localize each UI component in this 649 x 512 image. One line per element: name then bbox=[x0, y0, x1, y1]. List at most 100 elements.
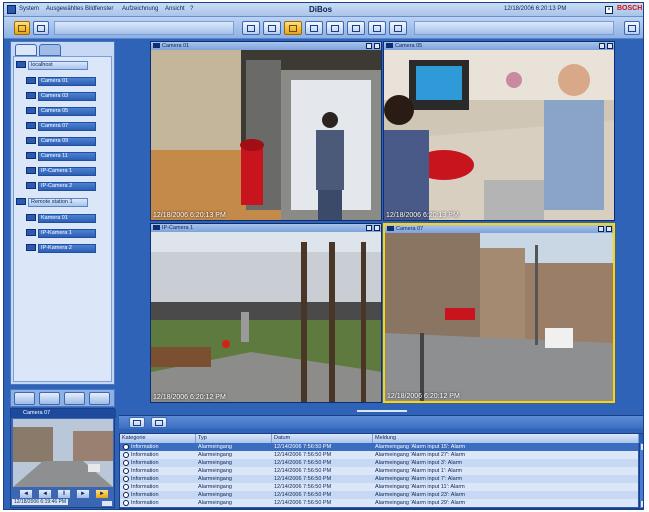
grid-mixed-icon bbox=[352, 24, 360, 32]
device-tree: localhost Camera 01 Camera 03 Camera 05 … bbox=[13, 56, 112, 382]
table-row[interactable]: Information Alarmeingang 12/14/2006 7:56:5… bbox=[120, 459, 638, 467]
tree-item-camera-09[interactable]: Camera 09 bbox=[38, 137, 96, 146]
exit-button[interactable] bbox=[624, 21, 640, 35]
layout-2x2-button[interactable] bbox=[284, 21, 302, 35]
column-header-category[interactable]: Kategorie bbox=[120, 434, 196, 443]
close-icon[interactable] bbox=[607, 43, 613, 49]
scroll-up-icon[interactable] bbox=[641, 444, 643, 450]
tree-item-ip-camera-1[interactable]: IP-Camera 1 bbox=[38, 167, 96, 176]
close-icon[interactable] bbox=[374, 43, 380, 49]
tree-item-camera-07[interactable]: Camera 07 bbox=[38, 122, 96, 131]
splitter-grip[interactable] bbox=[357, 410, 407, 412]
playback-mode-button[interactable] bbox=[33, 21, 49, 35]
splitter[interactable] bbox=[119, 407, 643, 415]
zoom-icon[interactable] bbox=[101, 500, 113, 507]
column-header-message[interactable]: Meldung bbox=[373, 434, 639, 443]
maximize-icon[interactable] bbox=[366, 225, 372, 231]
close-icon[interactable] bbox=[606, 226, 612, 232]
menu-recording[interactable]: Aufzeichnung bbox=[122, 6, 158, 12]
column-header-date[interactable]: Datum bbox=[272, 434, 373, 443]
camera-view-header: Camera 07 bbox=[385, 225, 613, 233]
tab-views[interactable] bbox=[39, 44, 61, 56]
camera-image bbox=[384, 50, 614, 220]
exit-icon bbox=[628, 24, 636, 32]
log-view-button[interactable] bbox=[151, 417, 167, 428]
menu-selected-window[interactable]: Ausgewähltes Bildfenster bbox=[46, 6, 113, 12]
camera-view-3[interactable]: IP-Camera 1 12/18/2006 6:20:12 PM bbox=[150, 223, 382, 403]
tree-item-camera-01[interactable]: Camera 01 bbox=[38, 77, 96, 86]
maximize-icon[interactable] bbox=[599, 43, 605, 49]
menu-system[interactable]: System bbox=[19, 6, 39, 12]
step-back-button[interactable]: ◄ bbox=[38, 489, 52, 499]
camera-icon bbox=[26, 152, 36, 159]
column-header-type[interactable]: Typ bbox=[196, 434, 272, 443]
camera-view-1[interactable]: Camera 01 12/18/2006 6:20:13 PM bbox=[150, 41, 382, 221]
maximize-icon[interactable] bbox=[366, 43, 372, 49]
filter-icon bbox=[133, 419, 141, 426]
grid-custom-icon bbox=[373, 24, 381, 32]
tree-item-remote-station[interactable]: Remote station 1 bbox=[28, 198, 88, 207]
vertical-scrollbar[interactable] bbox=[639, 443, 643, 508]
tree-item-localhost[interactable]: localhost bbox=[28, 61, 88, 70]
maximize-icon[interactable] bbox=[598, 226, 604, 232]
camera-view-header: Camera 05 bbox=[384, 42, 614, 50]
camera-view-4[interactable]: Camera 07 12/18/2006 6:20:12 PM bbox=[383, 223, 615, 403]
live-mode-button[interactable] bbox=[14, 21, 30, 35]
tree-item-camera-03[interactable]: Camera 03 bbox=[38, 92, 96, 101]
panel-switch-bar bbox=[10, 389, 115, 407]
tree-item-ip-kamera-2[interactable]: IP-Kamera 2 bbox=[38, 244, 96, 253]
prev-button[interactable]: ◄ bbox=[19, 489, 33, 499]
sequence-button[interactable] bbox=[389, 21, 407, 35]
camera-timestamp: 12/18/2006 6:20:13 PM bbox=[153, 212, 226, 219]
server-icon bbox=[16, 198, 26, 205]
bosch-logo: BOSCH bbox=[617, 5, 643, 12]
table-row[interactable]: Information Alarmeingang 12/14/2006 7:56:5… bbox=[120, 467, 638, 475]
layout-custom-button[interactable] bbox=[368, 21, 386, 35]
info-icon bbox=[123, 460, 129, 466]
layout-1plus5-button[interactable] bbox=[347, 21, 365, 35]
camera-title: IP-Camera 1 bbox=[162, 225, 194, 231]
expand-icon bbox=[247, 24, 255, 32]
layout-full-button[interactable] bbox=[242, 21, 260, 35]
preview-timestamp: 12/18/2006 6:19:46 PM bbox=[12, 499, 68, 505]
menu-bar: System Ausgewähltes Bildfenster Aufzeich… bbox=[4, 3, 643, 17]
tree-item-kamera-01[interactable]: Kamera 01 bbox=[38, 214, 96, 223]
tree-item-camera-11[interactable]: Camera 11 bbox=[38, 152, 96, 161]
preview-title: Camera 07 bbox=[11, 409, 116, 418]
info-icon bbox=[123, 452, 129, 458]
tree-item-ip-kamera-1[interactable]: IP-Kamera 1 bbox=[38, 229, 96, 238]
pause-button[interactable]: ‖ bbox=[57, 489, 71, 499]
search-panel-button[interactable] bbox=[39, 392, 60, 405]
table-row[interactable]: Information Alarmeingang 12/14/2006 7:56:5… bbox=[120, 443, 638, 451]
table-row[interactable]: Information Alarmeingang 12/14/2006 7:56:5… bbox=[120, 451, 638, 459]
table-row[interactable]: Information Alarmeingang 12/14/2006 7:56:5… bbox=[120, 475, 638, 483]
camera-view-2[interactable]: Camera 05 12/18/2006 6:20:13 PM bbox=[383, 41, 615, 221]
tree-item-camera-05[interactable]: Camera 05 bbox=[38, 107, 96, 116]
camera-icon bbox=[26, 107, 36, 114]
camera-icon bbox=[387, 226, 394, 231]
alarm-panel-button[interactable] bbox=[14, 392, 35, 405]
layout-1x1-button[interactable] bbox=[263, 21, 281, 35]
menu-view[interactable]: Ansicht bbox=[165, 6, 185, 12]
close-icon[interactable] bbox=[374, 225, 380, 231]
scroll-down-icon[interactable] bbox=[641, 501, 643, 507]
table-row[interactable]: Information Alarmeingang 12/14/2006 7:56:5… bbox=[120, 499, 638, 507]
menu-help[interactable]: ? bbox=[190, 6, 193, 12]
tab-devices[interactable] bbox=[15, 44, 37, 56]
list-icon bbox=[155, 419, 163, 426]
layout-3x3-button[interactable] bbox=[305, 21, 323, 35]
play-button[interactable]: ► bbox=[95, 489, 109, 499]
info-icon bbox=[123, 444, 129, 450]
close-icon[interactable]: × bbox=[605, 6, 613, 14]
table-row[interactable]: Information Alarmeingang 12/14/2006 7:56:5… bbox=[120, 483, 638, 491]
filter-button[interactable] bbox=[129, 417, 145, 428]
tree-item-ip-camera-2[interactable]: IP-Camera 2 bbox=[38, 182, 96, 191]
camera-icon bbox=[26, 122, 36, 129]
table-row[interactable]: Information Alarmeingang 12/14/2006 7:56:5… bbox=[120, 491, 638, 499]
export-panel-button[interactable] bbox=[64, 392, 85, 405]
settings-panel-button[interactable] bbox=[89, 392, 110, 405]
step-forward-button[interactable]: ► bbox=[76, 489, 90, 499]
camera-image bbox=[385, 233, 613, 401]
camera-icon bbox=[26, 167, 36, 174]
layout-4x4-button[interactable] bbox=[326, 21, 344, 35]
